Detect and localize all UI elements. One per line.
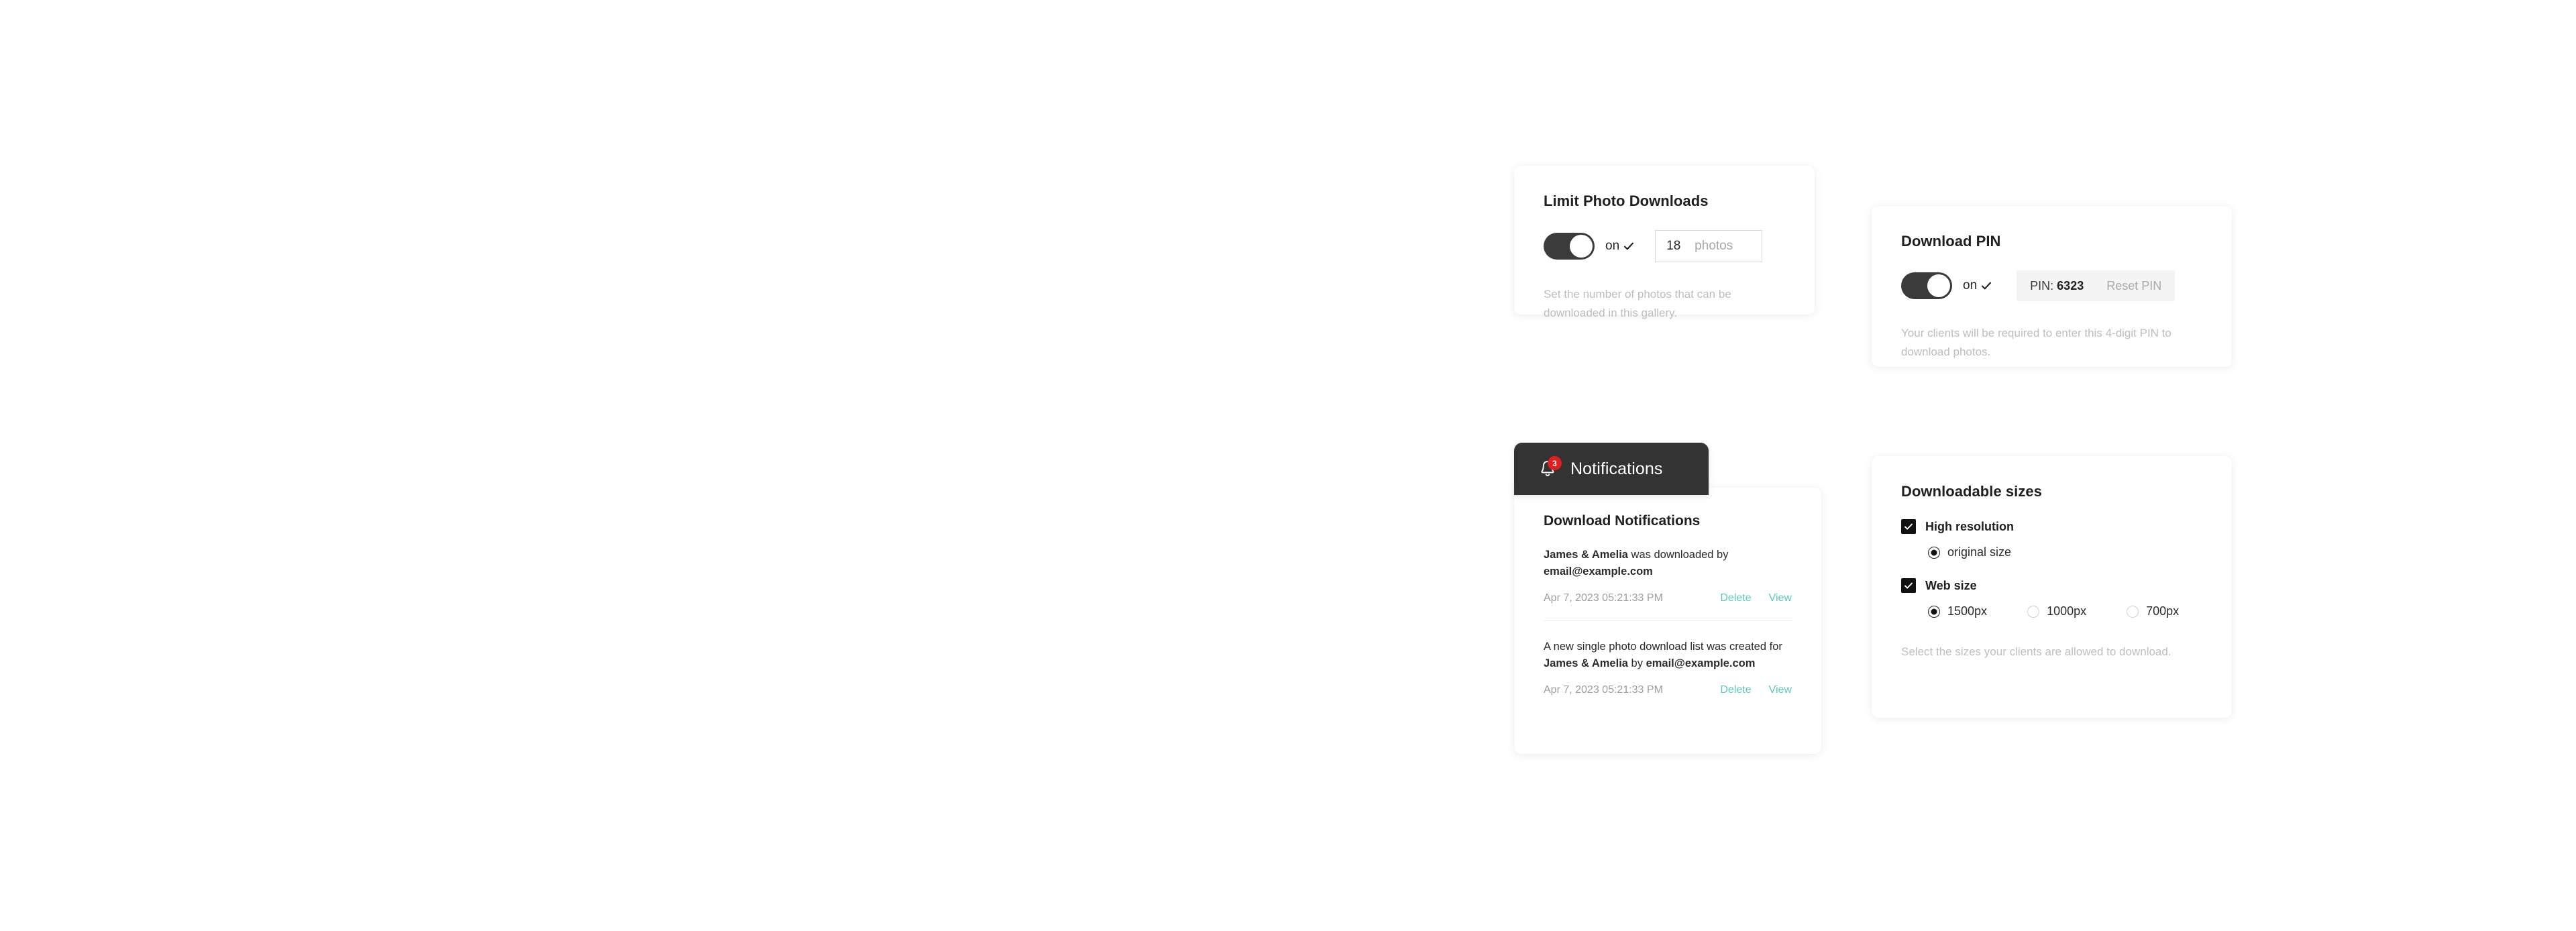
notification-email: email@example.com: [1544, 565, 1653, 578]
card-body: Downloadable sizes High resolution origi…: [1872, 456, 2232, 718]
notification-item: A new single photo download list was cre…: [1544, 620, 1792, 696]
notification-subject: James & Amelia: [1544, 549, 1628, 561]
limit-photo-downloads-toggle[interactable]: [1544, 233, 1595, 260]
notification-prefix: A new single photo download list was cre…: [1544, 641, 1782, 653]
pin-display-box: PIN: 6323 Reset PIN: [2017, 270, 2176, 301]
high-resolution-group: High resolution original size: [1901, 519, 2202, 559]
photo-limit-input[interactable]: [1656, 239, 1695, 254]
check-icon: [1623, 240, 1635, 252]
notification-middle: was downloaded by: [1627, 549, 1729, 561]
radio-option-label: original size: [1947, 545, 2012, 559]
photo-limit-unit-label: photos: [1695, 239, 1733, 253]
toggle-state-label: on: [1963, 278, 1978, 292]
high-resolution-checkbox-row[interactable]: High resolution: [1901, 519, 2202, 534]
limit-photo-downloads-toggle-state: on: [1605, 239, 1635, 254]
notification-delete-link[interactable]: Delete: [1720, 592, 1751, 604]
pin-value: PIN: 6323: [2030, 279, 2084, 293]
download-notifications-card: Download Notifications James & Amelia wa…: [1514, 488, 1821, 754]
radio-option-1500px[interactable]: 1500px: [1928, 604, 1987, 618]
tab-notifications-label: Notifications: [1570, 459, 1663, 478]
notification-view-link[interactable]: View: [1769, 592, 1792, 604]
downloadable-sizes-title: Downloadable sizes: [1901, 483, 2042, 500]
notification-message: A new single photo download list was cre…: [1544, 639, 1792, 672]
limit-photo-downloads-card: Limit Photo Downloads on photos: [1514, 166, 1815, 319]
radio-selected-icon[interactable]: [1928, 605, 1940, 618]
bell-icon: 3: [1534, 455, 1562, 482]
toggle-knob: [1570, 235, 1593, 258]
download-pin-title: Download PIN: [1901, 233, 2001, 250]
limit-photo-downloads-controls: on photos: [1544, 230, 1785, 262]
notification-email: email@example.com: [1646, 657, 1756, 670]
web-size-checkbox-row[interactable]: Web size: [1901, 578, 2202, 593]
notification-middle: by: [1627, 657, 1646, 670]
notification-meta: Apr 7, 2023 05:21:33 PM Delete View: [1544, 684, 1792, 696]
radio-option-label: 700px: [2146, 604, 2180, 618]
download-pin-controls: on PIN: 6323 Reset PIN: [1901, 270, 2202, 301]
web-size-options: 1500px 1000px 700px: [1928, 604, 2202, 618]
notification-item: James & Amelia was downloaded by email@e…: [1544, 529, 1792, 604]
radio-option-label: 1500px: [1947, 604, 1988, 618]
download-notifications-title: Download Notifications: [1544, 513, 1701, 529]
radio-unselected-icon[interactable]: [2127, 605, 2139, 618]
reset-pin-button[interactable]: Reset PIN: [2106, 279, 2161, 293]
notification-meta: Apr 7, 2023 05:21:33 PM Delete View: [1544, 592, 1792, 604]
download-pin-toggle[interactable]: [1901, 272, 1952, 299]
web-size-label: Web size: [1925, 578, 1977, 592]
downloadable-sizes-card: Downloadable sizes High resolution origi…: [1872, 456, 2232, 718]
high-resolution-label: High resolution: [1925, 519, 2014, 533]
limit-photo-downloads-title: Limit Photo Downloads: [1544, 193, 1709, 209]
card-body: Limit Photo Downloads on photos: [1514, 166, 1815, 319]
toggle-knob: [1927, 274, 1950, 297]
high-resolution-options: original size: [1928, 545, 2202, 559]
notification-actions: Delete View: [1720, 684, 1792, 696]
pin-digits: 6323: [2057, 278, 2084, 292]
download-pin-helper: Your clients will be required to enter t…: [1901, 327, 2171, 359]
notification-subject: James & Amelia: [1544, 657, 1628, 670]
downloadable-sizes-helper: Select the sizes your clients are allowe…: [1901, 645, 2171, 658]
notification-date: Apr 7, 2023 05:21:33 PM: [1544, 684, 1663, 696]
notification-delete-link[interactable]: Delete: [1720, 684, 1751, 696]
checkbox-checked-icon[interactable]: [1901, 519, 1916, 534]
radio-selected-icon[interactable]: [1928, 546, 1940, 559]
radio-option-original-size[interactable]: original size: [1928, 545, 2011, 559]
radio-unselected-icon[interactable]: [2027, 605, 2040, 618]
limit-photo-downloads-helper: Set the number of photos that can be dow…: [1544, 288, 1731, 320]
pin-label: PIN:: [2030, 278, 2054, 292]
checkbox-checked-icon[interactable]: [1901, 578, 1916, 593]
notification-date: Apr 7, 2023 05:21:33 PM: [1544, 592, 1663, 604]
toggle-state-label: on: [1605, 239, 1620, 253]
notifications-badge: 3: [1548, 456, 1562, 470]
download-pin-card: Download PIN on PIN: 6323 Reset PIN Your…: [1872, 206, 2232, 367]
page-canvas: Limit Photo Downloads on photos: [0, 0, 2576, 931]
card-body: Download PIN on PIN: 6323 Reset PIN Your…: [1872, 206, 2232, 367]
card-body: Download Notifications James & Amelia wa…: [1514, 488, 1821, 754]
download-pin-toggle-state: on: [1963, 278, 1992, 293]
notification-view-link[interactable]: View: [1769, 684, 1792, 696]
photo-limit-field[interactable]: photos: [1655, 230, 1763, 262]
radio-option-label: 1000px: [2047, 604, 2087, 618]
tab-notifications[interactable]: 3 Notifications: [1514, 443, 1709, 495]
notification-message: James & Amelia was downloaded by email@e…: [1544, 547, 1792, 580]
notification-actions: Delete View: [1720, 592, 1792, 604]
radio-option-1000px[interactable]: 1000px: [2027, 604, 2086, 618]
check-icon: [1980, 280, 1992, 292]
radio-option-700px[interactable]: 700px: [2127, 604, 2179, 618]
web-size-group: Web size 1500px 1000px 700px: [1901, 578, 2202, 618]
